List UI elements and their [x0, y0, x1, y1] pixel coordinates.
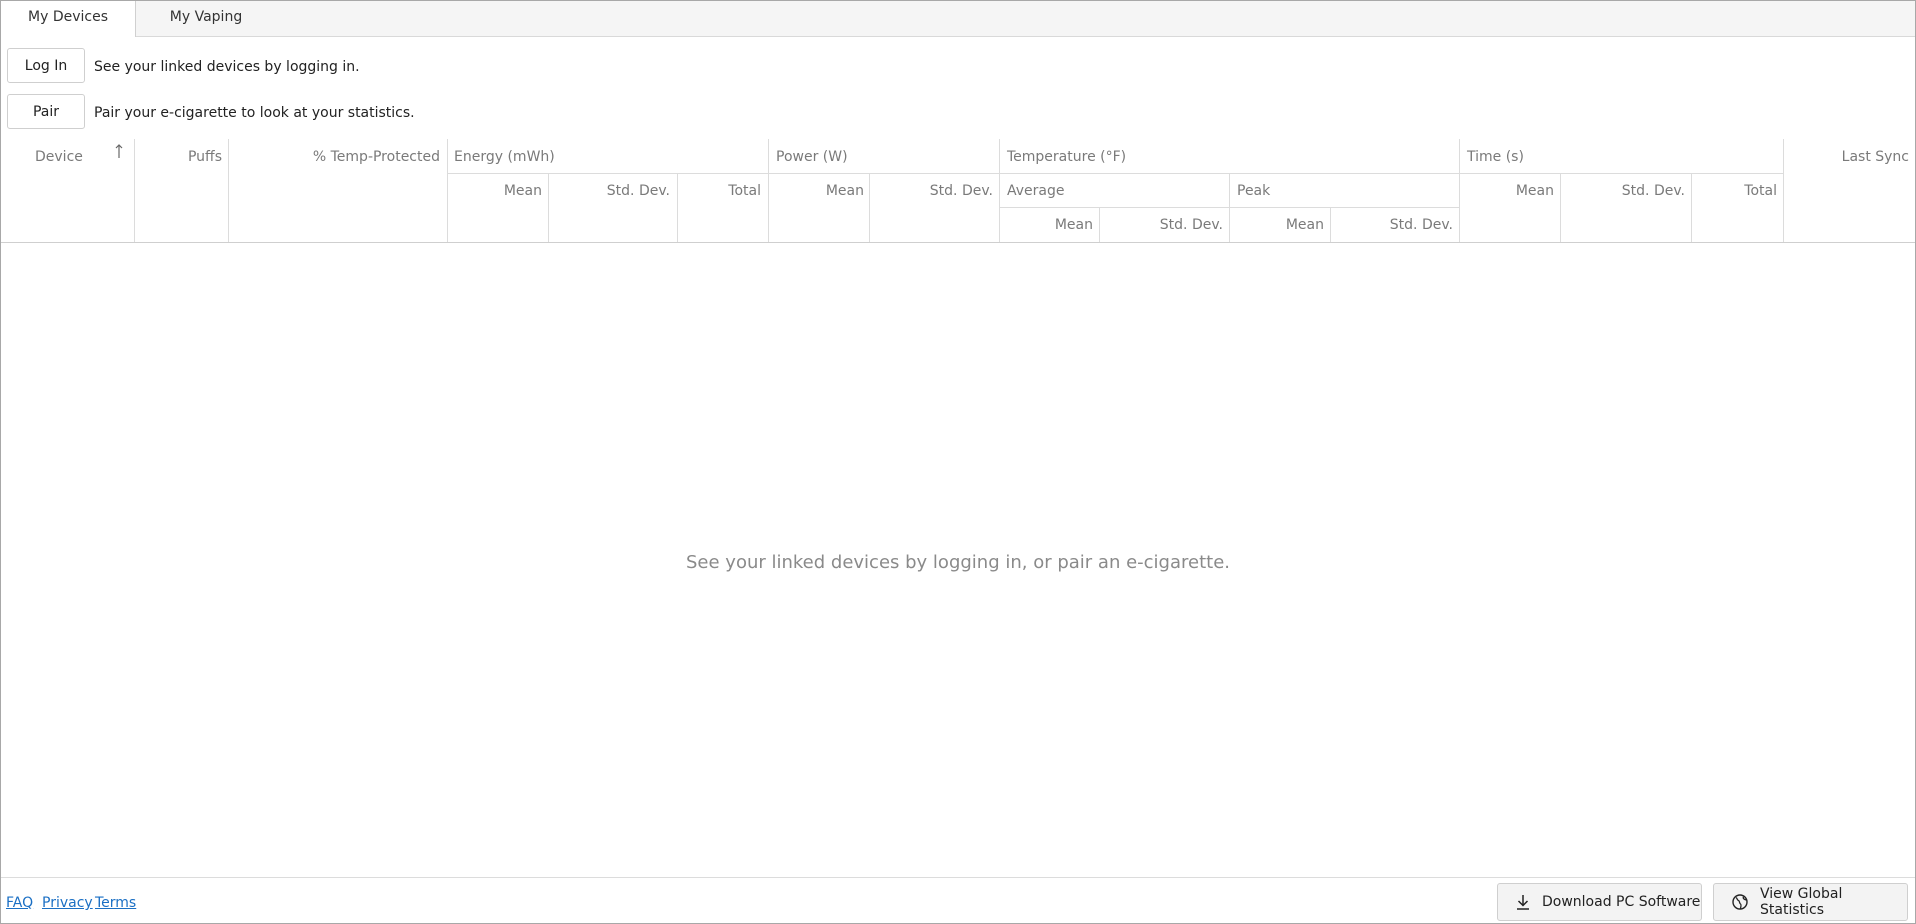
tab-my-devices[interactable]: My Devices	[1, 1, 136, 37]
col-temp-peak-std[interactable]: Std. Dev.	[1330, 216, 1453, 234]
col-temp-avg-std[interactable]: Std. Dev.	[1099, 216, 1223, 234]
tab-bar: My Devices My Vaping	[1, 1, 1915, 37]
col-temp-protected[interactable]: % Temp-Protected	[228, 148, 440, 166]
col-time-std[interactable]: Std. Dev.	[1560, 182, 1685, 200]
login-button[interactable]: Log In	[7, 48, 85, 83]
pair-button[interactable]: Pair	[7, 94, 85, 129]
sort-ascending-icon[interactable]	[114, 143, 124, 164]
download-pc-software-button[interactable]: Download PC Software	[1497, 883, 1702, 921]
col-energy-mean[interactable]: Mean	[447, 182, 542, 200]
col-device[interactable]: Device	[35, 148, 83, 166]
globe-icon	[1732, 894, 1748, 910]
privacy-link[interactable]: Privacy	[42, 894, 93, 912]
view-global-statistics-button[interactable]: View Global Statistics	[1713, 883, 1908, 921]
login-message: See your linked devices by logging in.	[94, 59, 360, 75]
group-power: Power (W)	[776, 149, 848, 165]
download-icon	[1517, 895, 1529, 910]
col-last-sync[interactable]: Last Sync	[1783, 148, 1909, 166]
terms-link[interactable]: Terms	[95, 894, 136, 912]
col-time-mean[interactable]: Mean	[1459, 182, 1554, 200]
col-energy-std[interactable]: Std. Dev.	[548, 182, 670, 200]
col-puffs[interactable]: Puffs	[134, 148, 222, 166]
global-statistics-label: View Global Statistics	[1760, 886, 1843, 918]
group-temp-average: Average	[1007, 183, 1065, 199]
col-temp-peak-mean[interactable]: Mean	[1229, 216, 1324, 234]
stats-table-header: Device Puffs % Temp-Protected Energy (mW…	[1, 139, 1915, 243]
col-power-mean[interactable]: Mean	[768, 182, 864, 200]
footer: FAQ Privacy Terms Download PC Software V…	[1, 877, 1915, 923]
group-time: Time (s)	[1467, 149, 1524, 165]
col-temp-avg-mean[interactable]: Mean	[999, 216, 1093, 234]
col-time-total[interactable]: Total	[1691, 182, 1777, 200]
group-temp-peak: Peak	[1237, 183, 1271, 199]
group-temperature: Temperature (°F)	[1007, 149, 1127, 165]
group-energy: Energy (mWh)	[454, 149, 555, 165]
app-window: My Devices My Vaping Log In See your lin…	[0, 0, 1916, 924]
col-power-std[interactable]: Std. Dev.	[869, 182, 993, 200]
pair-message: Pair your e-cigarette to look at your st…	[94, 105, 415, 121]
download-label: Download PC Software	[1542, 894, 1701, 910]
faq-link[interactable]: FAQ	[6, 894, 33, 912]
tab-my-vaping[interactable]: My Vaping	[136, 1, 276, 36]
col-energy-total[interactable]: Total	[677, 182, 761, 200]
empty-state-message: See your linked devices by logging in, o…	[686, 552, 1230, 573]
